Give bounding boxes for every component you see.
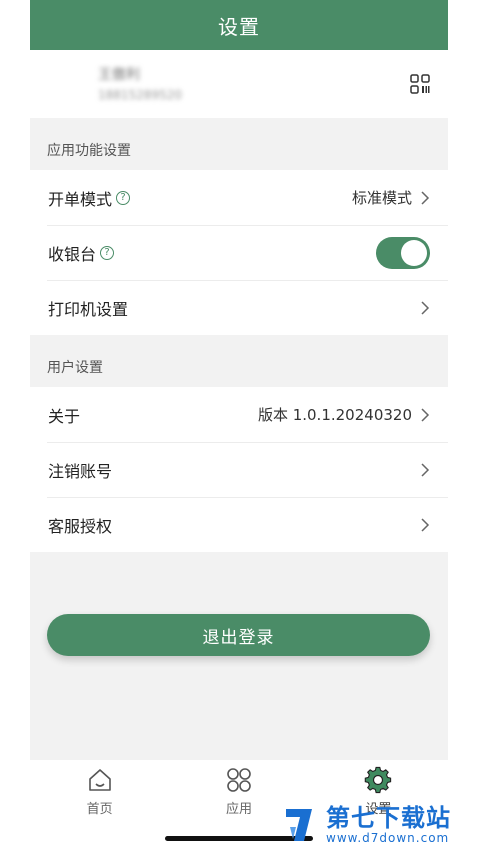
home-icon <box>88 769 111 791</box>
user-phone: 18815289520 <box>98 88 182 102</box>
support-authorization-row[interactable]: 客服授权 <box>30 497 448 552</box>
section-title-app: 应用功能设置 <box>47 143 131 159</box>
tab-home-label: 首页 <box>86 802 113 817</box>
tab-apps-label: 应用 <box>225 802 252 817</box>
user-name: 王傲利 <box>98 67 140 83</box>
cashier-label: 收银台 <box>48 244 97 264</box>
printer-settings-label: 打印机设置 <box>48 299 129 319</box>
about-row[interactable]: 关于 版本 1.0.1.20240320 <box>30 387 448 442</box>
printer-settings-row[interactable]: 打印机设置 <box>30 280 448 335</box>
version-value: 版本 1.0.1.20240320 <box>257 406 412 424</box>
tab-home[interactable]: 首页 <box>30 760 169 850</box>
support-authorization-label: 客服授权 <box>48 516 113 536</box>
logout-button[interactable]: 退出登录 <box>47 614 430 656</box>
page-title: 设置 <box>218 14 260 39</box>
settings-screen: 设置 王傲利 18815289520 应用功能设置 开单模式 ? 标准模式 收银… <box>30 0 448 850</box>
chevron-right-icon <box>421 300 430 315</box>
section-title-user: 用户设置 <box>47 360 103 376</box>
chevron-right-icon <box>421 190 430 205</box>
app-settings-group: 开单模式 ? 标准模式 收银台 ? 打印机设置 <box>30 170 448 335</box>
help-icon[interactable]: ? <box>100 245 115 260</box>
chevron-right-icon <box>421 462 430 477</box>
chevron-right-icon <box>421 517 430 532</box>
order-mode-label: 开单模式 <box>48 189 113 209</box>
chevron-right-icon <box>421 407 430 422</box>
watermark-url: www.d7down.com <box>326 831 450 845</box>
about-label: 关于 <box>48 406 81 426</box>
page-header: 设置 <box>30 0 448 50</box>
cashier-toggle[interactable] <box>376 236 430 269</box>
deregister-account-row[interactable]: 注销账号 <box>30 442 448 497</box>
profile-card[interactable]: 王傲利 18815289520 <box>30 50 448 118</box>
watermark-name: 第七下载站 <box>326 804 451 832</box>
deregister-account-label: 注销账号 <box>48 461 113 481</box>
watermark: 第七下载站 www.d7down.com <box>282 800 478 850</box>
user-settings-group: 关于 版本 1.0.1.20240320 注销账号 客服授权 <box>30 387 448 552</box>
gear-icon <box>365 766 392 794</box>
qr-code-icon[interactable] <box>410 74 430 94</box>
apps-grid-icon <box>227 768 251 792</box>
order-mode-row[interactable]: 开单模式 ? 标准模式 <box>30 170 448 225</box>
watermark-logo-icon <box>286 809 312 841</box>
order-mode-value: 标准模式 <box>351 189 412 207</box>
help-icon[interactable]: ? <box>116 190 131 205</box>
cashier-row: 收银台 ? <box>30 225 448 280</box>
